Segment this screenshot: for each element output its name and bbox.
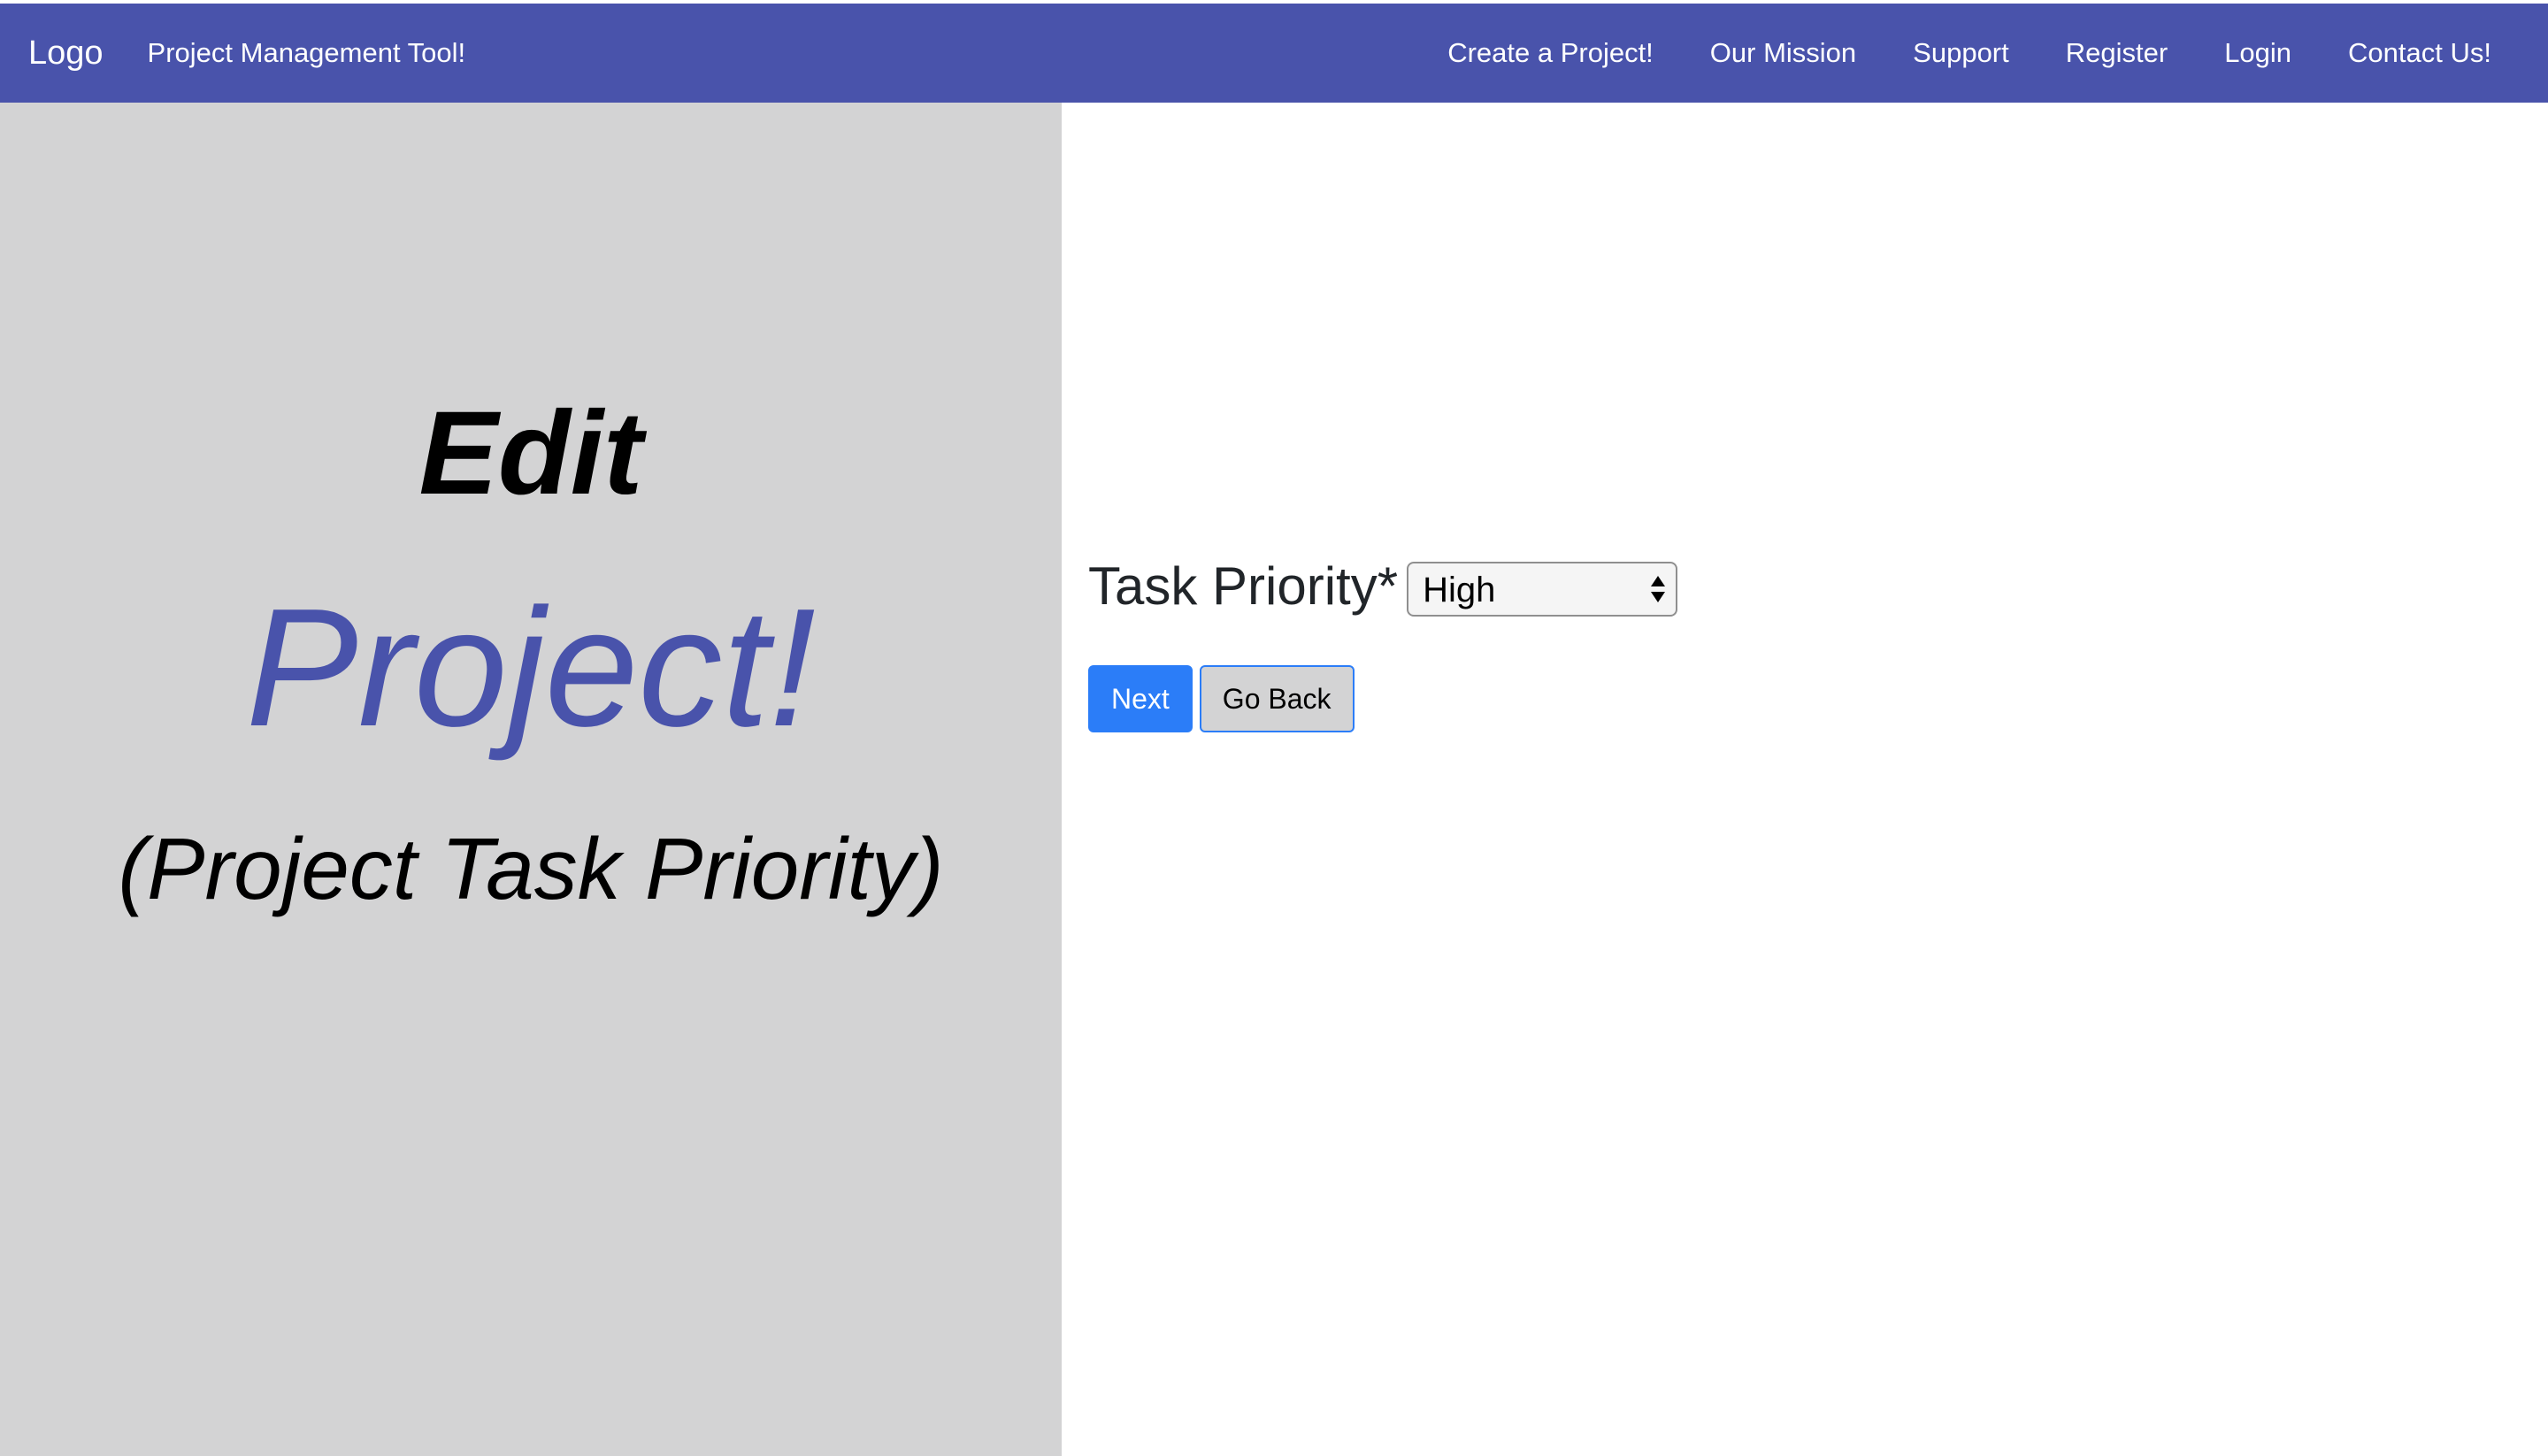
form-actions: Next Go Back (1088, 665, 1355, 732)
select-arrows-icon (1651, 575, 1666, 602)
form-panel: Task Priority* High Next Go Back (1062, 103, 2548, 1456)
nav-link-our-mission[interactable]: Our Mission (1682, 37, 1884, 69)
nav-link-contact-us[interactable]: Contact Us! (2320, 37, 2520, 69)
priority-row: Task Priority* High (1088, 556, 1678, 617)
nav-brand[interactable]: Project Management Tool! (148, 37, 466, 69)
priority-select-value: High (1423, 570, 1496, 609)
next-button[interactable]: Next (1088, 665, 1193, 732)
hero-subheading: (Project Task Priority) (118, 820, 944, 917)
nav-link-support[interactable]: Support (1884, 37, 2038, 69)
nav-logo[interactable]: Logo (28, 34, 104, 73)
nav-link-create-project[interactable]: Create a Project! (1419, 37, 1682, 69)
hero-heading-edit: Edit (418, 387, 643, 519)
top-navbar: Logo Project Management Tool! Create a P… (0, 4, 2548, 103)
hero-panel: Edit Project! (Project Task Priority) (0, 103, 1062, 1456)
nav-links: Create a Project! Our Mission Support Re… (1419, 37, 2520, 69)
priority-label: Task Priority* (1088, 556, 1399, 616)
nav-link-login[interactable]: Login (2196, 37, 2320, 69)
priority-select[interactable]: High (1407, 561, 1678, 617)
go-back-button[interactable]: Go Back (1199, 665, 1355, 732)
nav-link-register[interactable]: Register (2038, 37, 2196, 69)
hero-heading-project: Project! (245, 574, 817, 762)
